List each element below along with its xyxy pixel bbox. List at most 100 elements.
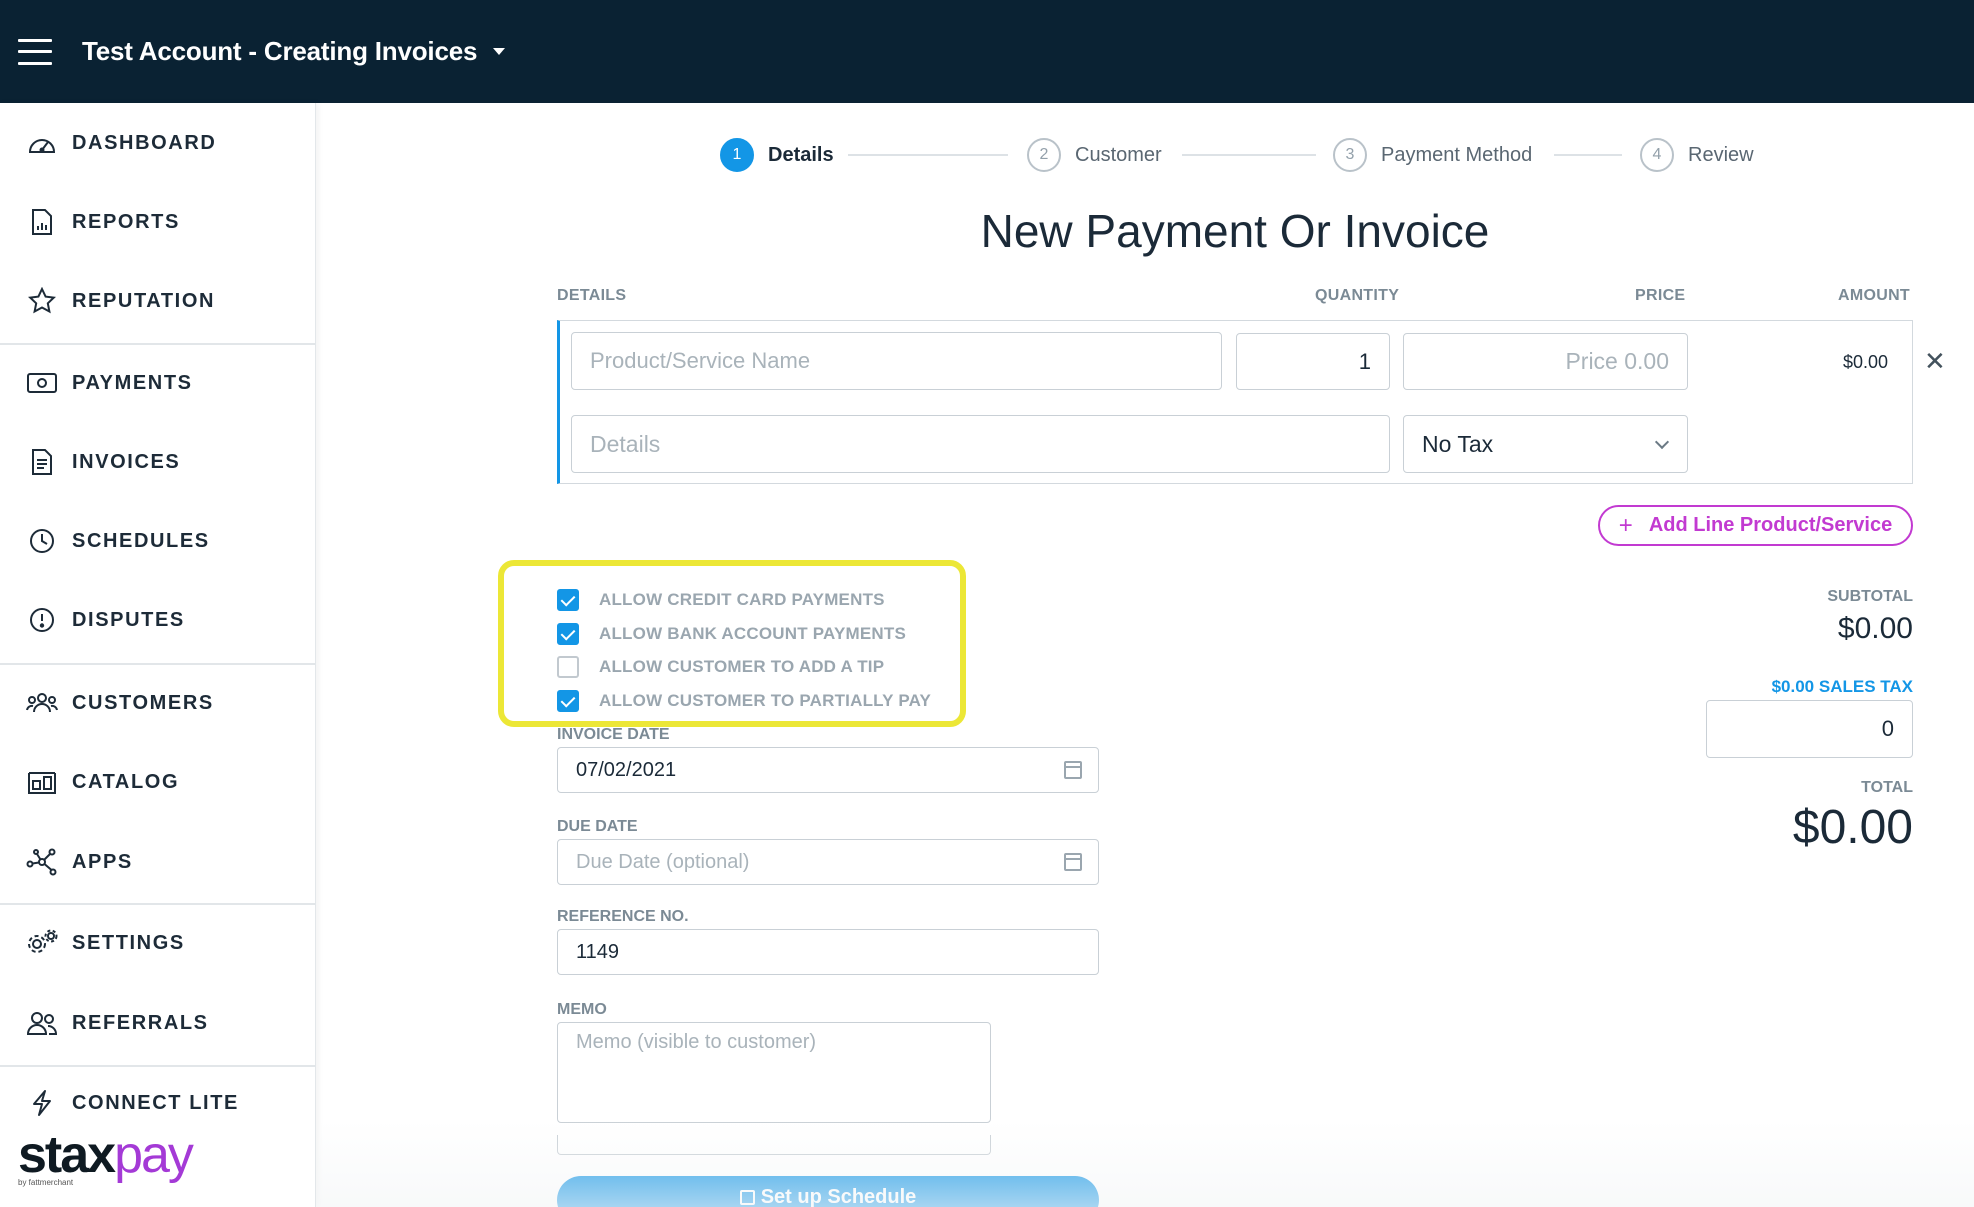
alert-icon — [26, 604, 58, 636]
step-review[interactable]: 4 Review — [1640, 137, 1754, 173]
subtotal-label: SUBTOTAL — [1827, 588, 1913, 605]
add-line-button[interactable]: + Add Line Product/Service — [1598, 505, 1913, 546]
column-header-price: PRICE — [1635, 287, 1686, 304]
sidebar-item-label: CATALOG — [72, 770, 180, 793]
sidebar-item-catalog[interactable]: CATALOG — [0, 752, 316, 812]
plus-icon: + — [1618, 511, 1633, 539]
total-value: $0.00 — [1792, 801, 1913, 854]
sidebar-item-customers[interactable]: CUSTOMERS — [0, 673, 316, 733]
column-header-details: DETAILS — [557, 287, 627, 304]
sidebar-item-label: REPUTATION — [72, 289, 216, 312]
gauge-icon — [26, 127, 58, 159]
setup-schedule-label: Set up Schedule — [760, 1186, 917, 1207]
sidebar-item-label: SETTINGS — [72, 931, 185, 954]
step-payment-method[interactable]: 3 Payment Method — [1333, 137, 1532, 173]
due-date-input[interactable]: Due Date (optional) — [557, 839, 1099, 885]
line-amount: $0.00 — [1842, 352, 1888, 372]
invoice-date-label: INVOICE DATE — [557, 726, 670, 743]
gear-icon — [26, 927, 58, 959]
sidebar-item-reports[interactable]: REPORTS — [0, 192, 316, 252]
option-tip[interactable]: ALLOW CUSTOMER TO ADD A TIP — [557, 655, 884, 679]
page-title: New Payment Or Invoice — [980, 205, 1490, 257]
sidebar-item-dashboard[interactable]: DASHBOARD — [0, 113, 316, 173]
due-date-label: DUE DATE — [557, 818, 638, 835]
setup-schedule-button[interactable]: Set up Schedule — [557, 1176, 1099, 1207]
checkbox[interactable] — [557, 589, 579, 611]
calendar-icon[interactable] — [1064, 761, 1082, 779]
memo-textarea[interactable]: Memo (visible to customer) — [557, 1022, 991, 1123]
step-label: Payment Method — [1381, 143, 1533, 166]
subtotal-value: $0.00 — [1837, 612, 1913, 645]
invoice-date-input[interactable]: 07/02/2021 — [557, 747, 1099, 793]
step-label: Details — [768, 143, 834, 166]
account-title[interactable]: Test Account - Creating Invoices — [82, 36, 477, 67]
sidebar-item-apps[interactable]: APPS — [0, 832, 316, 892]
option-label: ALLOW CUSTOMER TO PARTIALLY PAY — [599, 691, 932, 710]
price-input[interactable]: Price 0.00 — [1403, 333, 1688, 390]
step-number: 1 — [720, 138, 754, 172]
sidebar-item-invoices[interactable]: INVOICES — [0, 432, 316, 492]
tax-select[interactable]: No Tax — [1403, 415, 1688, 473]
tax-select-value: No Tax — [1422, 430, 1494, 457]
option-label: ALLOW CUSTOMER TO ADD A TIP — [599, 657, 885, 676]
sidebar-divider — [0, 663, 316, 665]
sidebar-divider — [0, 343, 316, 345]
brand-tagline: by fattmerchant — [18, 1178, 74, 1187]
close-icon[interactable]: ✕ — [1924, 348, 1946, 374]
sidebar-item-schedules[interactable]: SCHEDULES — [0, 511, 316, 571]
checkbox[interactable] — [557, 690, 579, 712]
checkbox[interactable] — [557, 623, 579, 645]
details-input[interactable]: Details — [571, 415, 1390, 473]
sidebar-item-label: SCHEDULES — [72, 529, 210, 552]
calendar-icon[interactable] — [1064, 853, 1082, 871]
step-customer[interactable]: 2 Customer — [1027, 137, 1162, 173]
sidebar-item-label: REPORTS — [72, 210, 180, 233]
quantity-input[interactable]: 1 — [1236, 333, 1390, 390]
sidebar-item-label: INVOICES — [72, 450, 181, 473]
network-icon — [26, 846, 58, 878]
add-line-label: Add Line Product/Service — [1648, 514, 1893, 536]
step-details[interactable]: 1 Details — [720, 137, 834, 173]
catalog-icon — [26, 766, 58, 798]
reference-label: REFERENCE NO. — [557, 908, 689, 925]
option-partial-pay[interactable]: ALLOW CUSTOMER TO PARTIALLY PAY — [557, 689, 931, 713]
star-icon — [26, 285, 58, 317]
sidebar-item-label: DASHBOARD — [72, 131, 217, 154]
step-connector — [848, 154, 1008, 156]
bolt-icon — [26, 1087, 58, 1119]
sidebar-item-settings[interactable]: SETTINGS — [0, 913, 316, 973]
sidebar-item-connect-lite[interactable]: CONNECT LITE — [0, 1073, 316, 1133]
checkbox[interactable] — [557, 656, 579, 678]
calendar-icon — [739, 1190, 755, 1205]
sidebar-item-disputes[interactable]: DISPUTES — [0, 590, 316, 650]
hamburger-menu-icon[interactable] — [18, 38, 52, 65]
account-dropdown-caret-icon[interactable] — [493, 48, 506, 55]
sidebar-item-label: REFERRALS — [72, 1011, 209, 1034]
invoice-icon — [26, 446, 58, 478]
sales-tax-input[interactable]: 0 — [1706, 700, 1913, 758]
sidebar-item-payments[interactable]: PAYMENTS — [0, 353, 316, 413]
step-connector — [1182, 154, 1316, 156]
step-label: Review — [1688, 143, 1754, 166]
total-label: TOTAL — [1861, 779, 1913, 796]
due-date-placeholder: Due Date (optional) — [576, 850, 750, 873]
option-credit-card[interactable]: ALLOW CREDIT CARD PAYMENTS — [557, 588, 885, 612]
referral-icon — [26, 1007, 58, 1039]
report-icon — [26, 206, 58, 238]
step-number: 3 — [1333, 138, 1367, 172]
sidebar-item-referrals[interactable]: REFERRALS — [0, 993, 316, 1053]
column-header-quantity: QUANTITY — [1315, 287, 1400, 304]
sidebar-item-reputation[interactable]: REPUTATION — [0, 271, 316, 331]
sidebar-divider — [0, 1065, 316, 1067]
step-label: Customer — [1075, 143, 1162, 166]
sidebar: DASHBOARD REPORTS REPUTATION PAYMENTS IN… — [0, 103, 316, 1207]
invoice-date-value: 07/02/2021 — [576, 758, 677, 781]
product-name-input[interactable]: Product/Service Name — [571, 332, 1222, 390]
sidebar-item-label: PAYMENTS — [72, 371, 193, 394]
sales-tax-label[interactable]: $0.00 SALES TAX — [1772, 677, 1913, 697]
option-bank-account[interactable]: ALLOW BANK ACCOUNT PAYMENTS — [557, 622, 906, 646]
sidebar-divider — [0, 903, 316, 905]
reference-input[interactable]: 1149 — [557, 929, 1099, 975]
step-connector — [1554, 154, 1622, 156]
sidebar-item-label: CUSTOMERS — [72, 691, 214, 714]
